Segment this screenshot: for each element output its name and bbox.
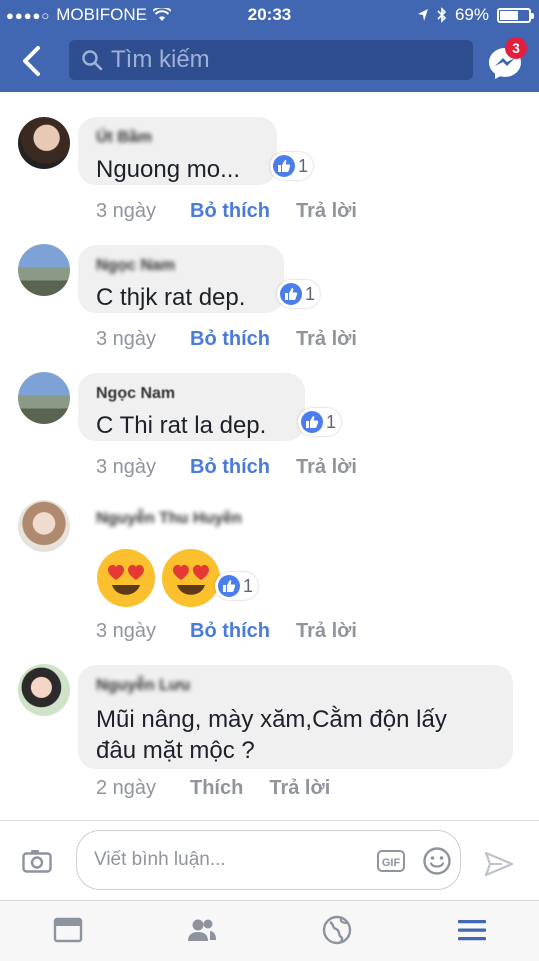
heart-eyes-emoji-icon bbox=[97, 549, 155, 607]
reply-button[interactable]: Trả lời bbox=[296, 200, 357, 223]
comment-time: 3 ngày bbox=[96, 456, 157, 478]
reply-button[interactable]: Trả lời bbox=[296, 456, 357, 479]
comment-meta: 3 ngày Bỏ thích Trả lời bbox=[96, 456, 357, 479]
search-placeholder: Tìm kiếm bbox=[111, 46, 210, 73]
avatar[interactable] bbox=[18, 664, 70, 716]
location-icon bbox=[417, 9, 428, 21]
comment-time: 3 ngày bbox=[96, 620, 157, 642]
comment-text: C thjk rat dep. bbox=[96, 284, 246, 311]
comment-meta: 3 ngày Bỏ thích Trả lời bbox=[96, 328, 357, 351]
unlike-button[interactable]: Bỏ thích bbox=[190, 328, 270, 351]
unlike-button[interactable]: Bỏ thích bbox=[190, 200, 270, 223]
back-button[interactable] bbox=[16, 44, 48, 78]
commenter-name[interactable]: Út Bầm bbox=[96, 129, 152, 147]
comments-list: Út Bầm Nguong mo... 1 3 ngày Bỏ thích Tr… bbox=[0, 92, 539, 820]
top-navbar: Tìm kiếm 3 bbox=[0, 30, 539, 92]
avatar[interactable] bbox=[18, 244, 70, 296]
send-icon[interactable] bbox=[484, 851, 514, 877]
chevron-left-icon bbox=[23, 46, 40, 76]
thumbs-up-icon bbox=[218, 575, 240, 597]
menu-icon[interactable] bbox=[456, 914, 488, 946]
comment-meta: 2 ngày Thích Trả lời bbox=[96, 777, 330, 800]
reply-button[interactable]: Trả lời bbox=[296, 620, 357, 643]
comment-time: 3 ngày bbox=[96, 328, 157, 350]
comment-input[interactable]: Viết bình luận... GIF bbox=[76, 830, 461, 890]
friends-icon[interactable] bbox=[186, 914, 218, 946]
like-count: 1 bbox=[305, 283, 316, 304]
thumbs-up-icon bbox=[301, 411, 323, 433]
reply-button[interactable]: Trả lời bbox=[269, 777, 330, 800]
unlike-button[interactable]: Bỏ thích bbox=[190, 456, 270, 479]
unlike-button[interactable]: Bỏ thích bbox=[190, 620, 270, 643]
status-bar: ●●●●○ MOBIFONE 20:33 69% bbox=[0, 0, 539, 30]
thumbs-up-icon bbox=[280, 283, 302, 305]
comment-meta: 3 ngày Bỏ thích Trả lời bbox=[96, 620, 357, 643]
search-icon bbox=[81, 49, 103, 71]
commenter-name[interactable]: Nguyễn Lưu bbox=[96, 677, 190, 695]
commenter-name[interactable]: Ngọc Nam bbox=[96, 385, 175, 403]
reply-button[interactable]: Trả lời bbox=[296, 328, 357, 351]
messenger-badge: 3 bbox=[505, 37, 527, 59]
comment-meta: 3 ngày Bỏ thích Trả lời bbox=[96, 200, 357, 223]
battery-icon bbox=[497, 7, 534, 23]
globe-icon[interactable] bbox=[321, 914, 353, 946]
comment-text-line: Mũi nâng, mày xăm,Cằm độn lấy bbox=[96, 706, 447, 733]
news-feed-icon[interactable] bbox=[52, 914, 84, 946]
comment-time: 2 ngày bbox=[96, 777, 157, 799]
thumbs-up-icon bbox=[273, 155, 295, 177]
comment-composer: Viết bình luận... GIF bbox=[0, 820, 539, 901]
avatar[interactable] bbox=[18, 117, 70, 169]
camera-icon[interactable] bbox=[22, 849, 52, 873]
comment-placeholder: Viết bình luận... bbox=[94, 849, 226, 870]
comment-text: Nguong mo... bbox=[96, 156, 241, 183]
comment-time: 3 ngày bbox=[96, 200, 157, 222]
avatar[interactable] bbox=[18, 500, 70, 552]
like-count-chip[interactable]: 1 bbox=[270, 152, 314, 180]
avatar[interactable] bbox=[18, 372, 70, 424]
comment-text-line: đâu mặt mộc ? bbox=[96, 737, 255, 764]
like-button[interactable]: Thích bbox=[190, 777, 243, 800]
search-input[interactable]: Tìm kiếm bbox=[69, 40, 473, 80]
like-count-chip[interactable]: 1 bbox=[215, 572, 259, 600]
battery-percent: 69% bbox=[454, 5, 489, 24]
like-count: 1 bbox=[243, 575, 254, 596]
like-count: 1 bbox=[326, 411, 337, 432]
heart-eyes-emoji-icon bbox=[162, 549, 220, 607]
bottom-tab-bar bbox=[0, 900, 539, 961]
gif-icon[interactable]: GIF bbox=[377, 850, 405, 872]
bluetooth-icon bbox=[437, 7, 447, 23]
like-count-chip[interactable]: 1 bbox=[277, 280, 321, 308]
commenter-name[interactable]: Nguyễn Thu Huyền bbox=[96, 510, 242, 528]
comment-text: C Thi rat la dep. bbox=[96, 412, 267, 439]
commenter-name[interactable]: Ngọc Nam bbox=[96, 257, 175, 275]
like-count: 1 bbox=[298, 155, 309, 176]
like-count-chip[interactable]: 1 bbox=[298, 408, 342, 436]
smiley-icon[interactable] bbox=[422, 846, 452, 876]
